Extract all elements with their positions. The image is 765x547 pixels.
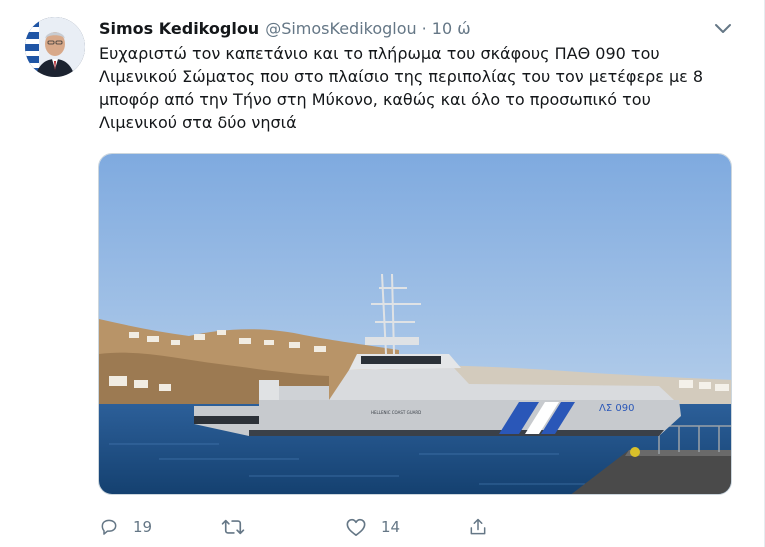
avatar-image	[25, 17, 85, 77]
heart-icon	[346, 518, 366, 536]
tweet[interactable]: Simos Kedikoglou @SimosKedikoglou · 10 ώ…	[0, 0, 765, 547]
like-button[interactable]: 14	[345, 513, 400, 541]
share-button[interactable]	[468, 513, 488, 541]
coast-guard-boat-photo: ΛΣ 090 HELLENIC COAST GUARD	[99, 154, 731, 494]
header-separator: ·	[421, 18, 427, 38]
tweet-actions: 19 14	[99, 513, 529, 541]
tweet-timestamp[interactable]: 10 ώ	[432, 19, 471, 38]
tweet-text: Ευχαριστώ τον καπετάνιο και το πλήρωμα τ…	[99, 44, 704, 132]
reply-count: 19	[133, 518, 153, 536]
tweet-header: Simos Kedikoglou @SimosKedikoglou · 10 ώ	[99, 16, 471, 40]
reply-icon	[101, 519, 117, 535]
more-options-button[interactable]	[712, 20, 734, 38]
tweet-photo[interactable]: ΛΣ 090 HELLENIC COAST GUARD	[98, 153, 732, 495]
chevron-down-icon	[715, 24, 731, 33]
reply-button[interactable]: 19	[99, 513, 152, 541]
author-handle[interactable]: @SimosKedikoglou	[265, 19, 416, 38]
hull-number-label: ΛΣ 090	[599, 403, 634, 414]
share-icon	[470, 518, 486, 535]
hull-side-label: HELLENIC COAST GUARD	[371, 410, 421, 415]
like-count: 14	[381, 518, 401, 536]
avatar[interactable]	[25, 17, 85, 77]
author-name[interactable]: Simos Kedikoglou	[99, 19, 259, 38]
retweet-icon	[221, 519, 245, 535]
retweet-button[interactable]	[221, 513, 245, 541]
